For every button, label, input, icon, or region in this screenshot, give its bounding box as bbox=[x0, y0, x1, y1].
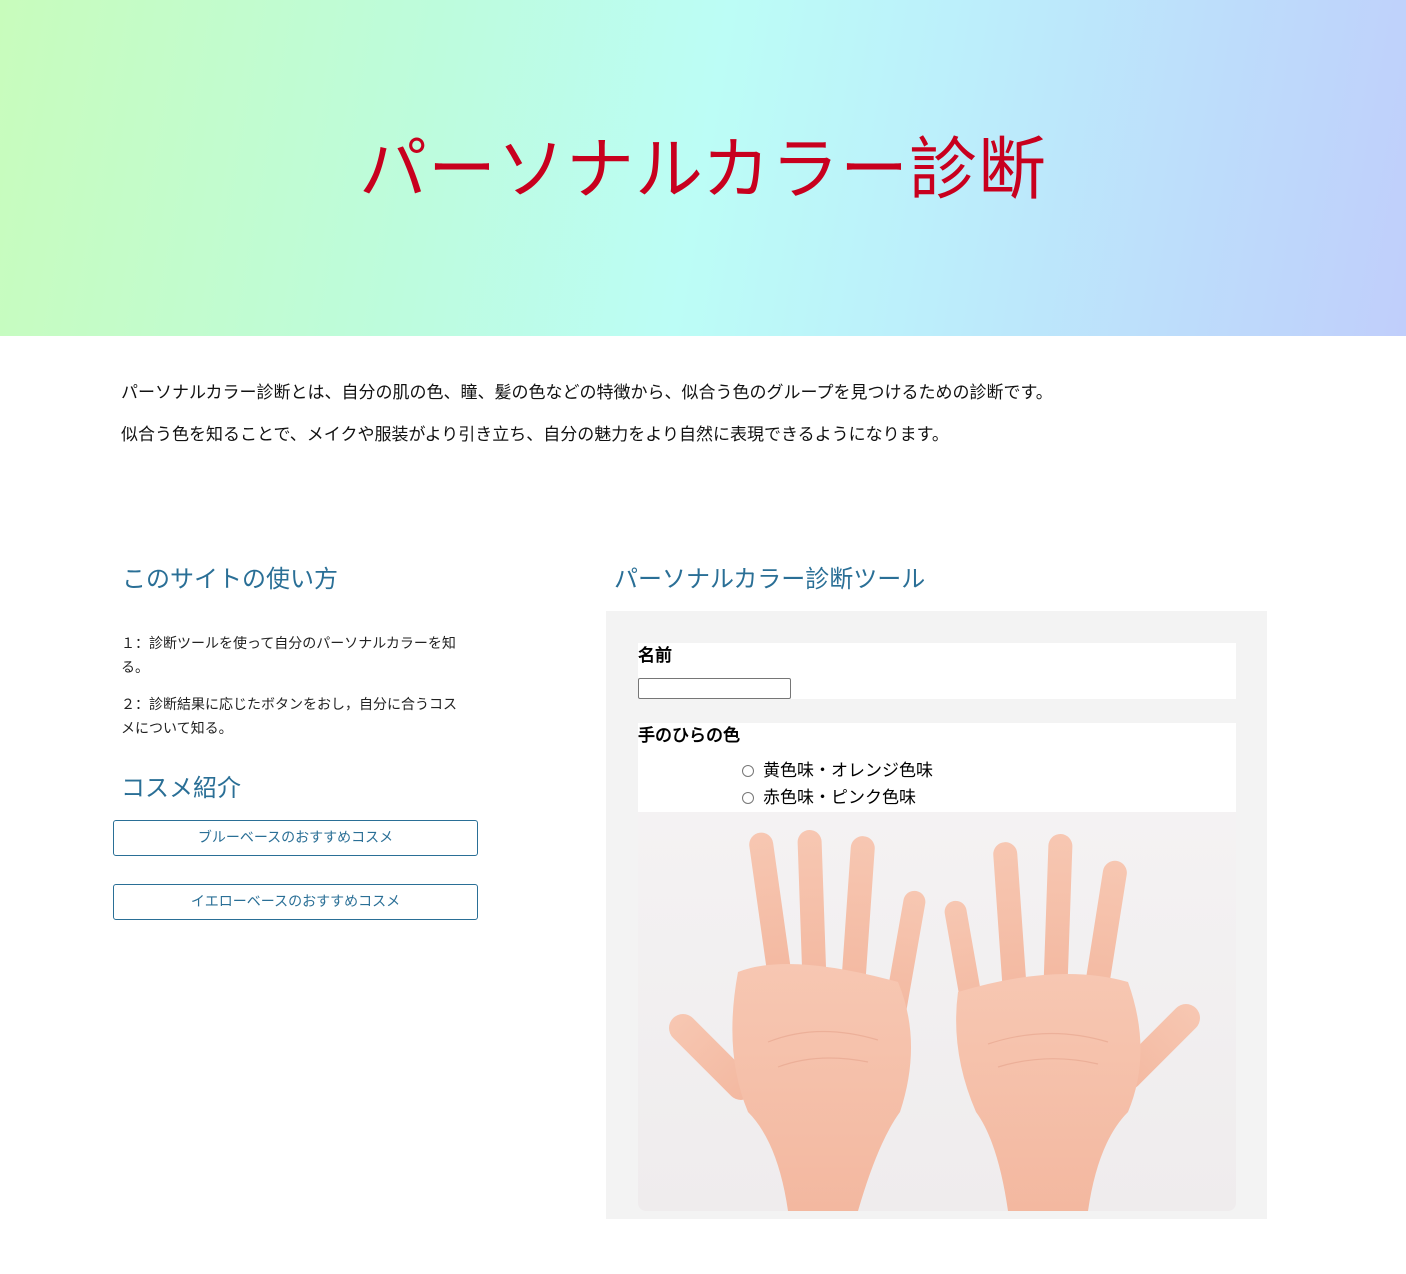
usage-step: ２：診断結果に応じたボタンをおし，自分に合うコスメについて知る。 bbox=[121, 697, 457, 737]
palm-option-label: 赤色味・ピンク色味 bbox=[763, 788, 916, 808]
usage-heading: このサイトの使い方 bbox=[122, 565, 338, 593]
diagnosis-tool-panel: 名前 手のひらの色 黄色味・オレンジ色味 赤色味・ピンク色味 bbox=[606, 611, 1267, 1219]
intro-section: パーソナルカラー診断とは、自分の肌の色、瞳、髪の色などの特徴から、似合う色のグル… bbox=[121, 382, 1301, 466]
name-input[interactable] bbox=[638, 678, 791, 699]
tool-heading: パーソナルカラー診断ツール bbox=[614, 565, 926, 593]
palm-option-red[interactable]: 赤色味・ピンク色味 bbox=[742, 786, 916, 810]
left-hand bbox=[669, 830, 926, 1211]
palm-option-yellow[interactable]: 黄色味・オレンジ色味 bbox=[742, 759, 933, 783]
radio-button[interactable] bbox=[742, 765, 754, 777]
palm-color-field-group: 手のひらの色 黄色味・オレンジ色味 赤色味・ピンク色味 bbox=[638, 723, 1236, 812]
usage-steps: １：診断ツールを使って自分のパーソナルカラーを知る。 ２：診断結果に応じたボタン… bbox=[121, 632, 466, 754]
palms-photo bbox=[638, 812, 1236, 1211]
usage-step: １：診断ツールを使って自分のパーソナルカラーを知る。 bbox=[121, 636, 456, 676]
hero-banner: パーソナルカラー診断 bbox=[0, 0, 1406, 336]
palm-option-label: 黄色味・オレンジ色味 bbox=[763, 761, 933, 781]
name-label: 名前 bbox=[638, 646, 672, 666]
right-hand bbox=[944, 834, 1200, 1211]
palms-illustration bbox=[669, 830, 1200, 1211]
radio-button[interactable] bbox=[742, 792, 754, 804]
intro-paragraph: 似合う色を知ることで、メイクや服装がより引き立ち、自分の魅力をより自然に表現でき… bbox=[121, 425, 949, 445]
blue-base-cosme-button[interactable]: ブルーベースのおすすめコスメ bbox=[113, 820, 478, 856]
palm-color-label: 手のひらの色 bbox=[638, 726, 740, 746]
cosme-heading: コスメ紹介 bbox=[121, 774, 241, 802]
page-title: パーソナルカラー診断 bbox=[359, 131, 1047, 210]
yellow-base-cosme-button[interactable]: イエローベースのおすすめコスメ bbox=[113, 884, 478, 920]
intro-paragraph: パーソナルカラー診断とは、自分の肌の色、瞳、髪の色などの特徴から、似合う色のグル… bbox=[121, 383, 1053, 403]
name-field-group: 名前 bbox=[638, 643, 1236, 699]
